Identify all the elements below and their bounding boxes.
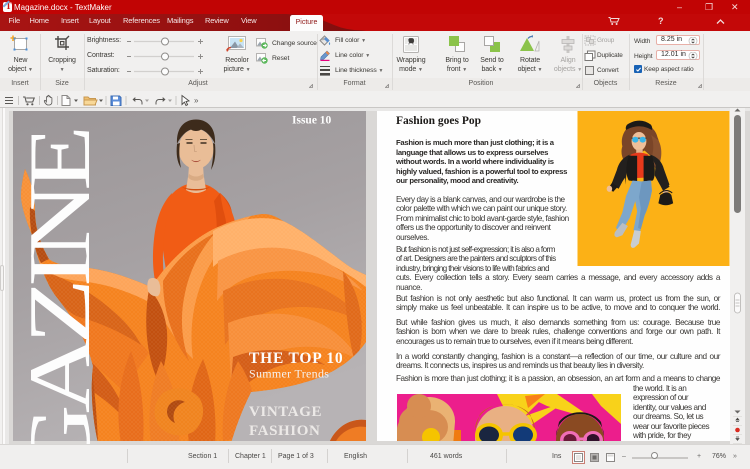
svg-text:FASHION: FASHION (249, 423, 320, 439)
svg-text:Issue 10: Issue 10 (292, 115, 332, 127)
svg-text:VINTAGE: VINTAGE (249, 404, 322, 420)
svg-text:»: » (194, 96, 199, 105)
svg-text:Summer Trends: Summer Trends (249, 367, 329, 381)
svg-text:THE TOP 10: THE TOP 10 (249, 350, 343, 367)
